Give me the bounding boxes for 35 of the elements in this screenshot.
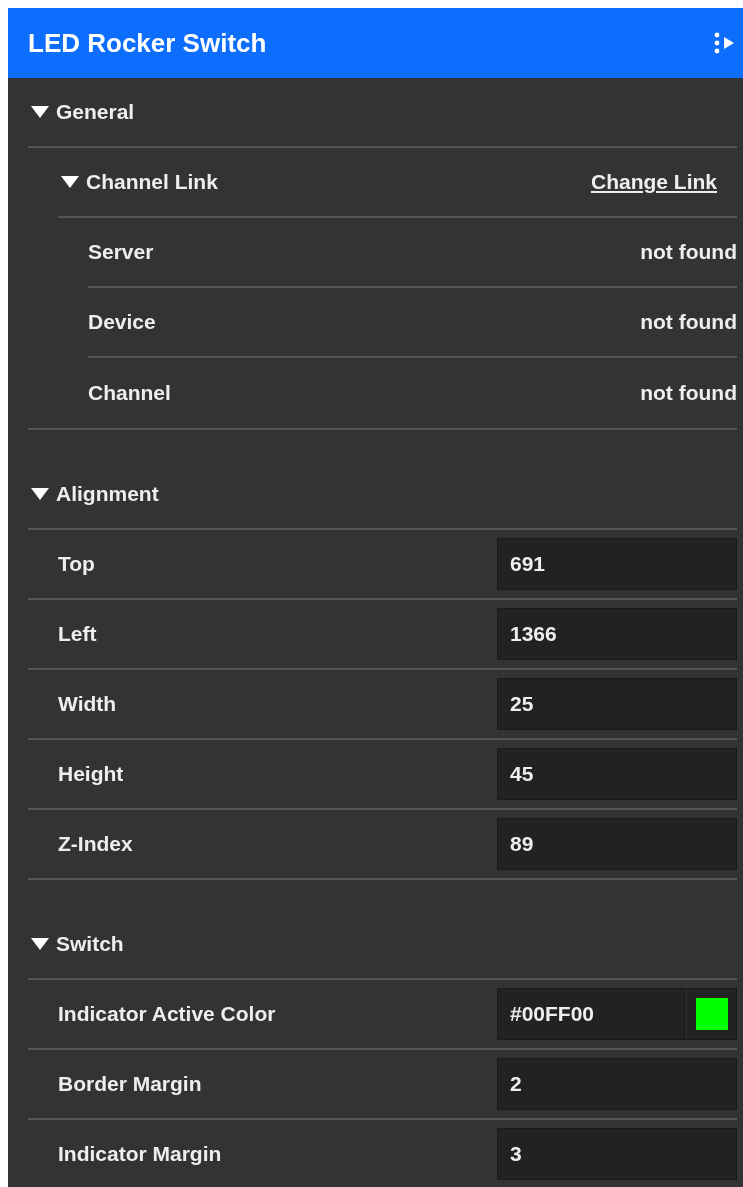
input-field[interactable]: 2 <box>497 1058 737 1110</box>
color-input-field[interactable]: #00FF00 <box>497 988 685 1040</box>
panel-title: LED Rocker Switch <box>28 27 267 59</box>
property-value: not found <box>640 381 737 405</box>
input-field[interactable]: 3 <box>497 1128 737 1180</box>
property-value: not found <box>640 240 737 264</box>
property-label: Height <box>58 762 124 786</box>
property-label: Z-Index <box>58 832 133 856</box>
property-value: not found <box>640 310 737 334</box>
change-link[interactable]: Change Link <box>591 170 717 194</box>
section-toggle[interactable]: Alignment <box>28 482 159 506</box>
input-field[interactable]: 89 <box>497 818 737 870</box>
property-label: Channel <box>88 381 171 405</box>
caret-icon <box>30 937 50 951</box>
input-field[interactable]: 1366 <box>497 608 737 660</box>
subsection-toggle[interactable]: Channel Link <box>58 170 218 194</box>
color-swatch <box>695 998 728 1030</box>
property-label: Indicator Active Color <box>58 1002 276 1026</box>
input-field[interactable]: 25 <box>497 678 737 730</box>
section-toggle[interactable]: Switch <box>28 932 124 956</box>
input-field[interactable]: 691 <box>497 538 737 590</box>
property-label: Border Margin <box>58 1072 202 1096</box>
property-label: Width <box>58 692 117 716</box>
property-label: Top <box>58 552 95 576</box>
property-label: Indicator Margin <box>58 1142 222 1166</box>
caret-icon <box>30 487 50 501</box>
caret-icon <box>30 105 50 119</box>
property-label: Device <box>88 310 156 334</box>
color-picker-button[interactable] <box>685 988 737 1040</box>
property-label: Server <box>88 240 154 264</box>
caret-icon <box>60 175 80 189</box>
property-label: Left <box>58 622 97 646</box>
input-field[interactable]: 45 <box>497 748 737 800</box>
section-toggle[interactable]: General <box>28 100 135 124</box>
more-menu-icon[interactable] <box>713 32 735 54</box>
